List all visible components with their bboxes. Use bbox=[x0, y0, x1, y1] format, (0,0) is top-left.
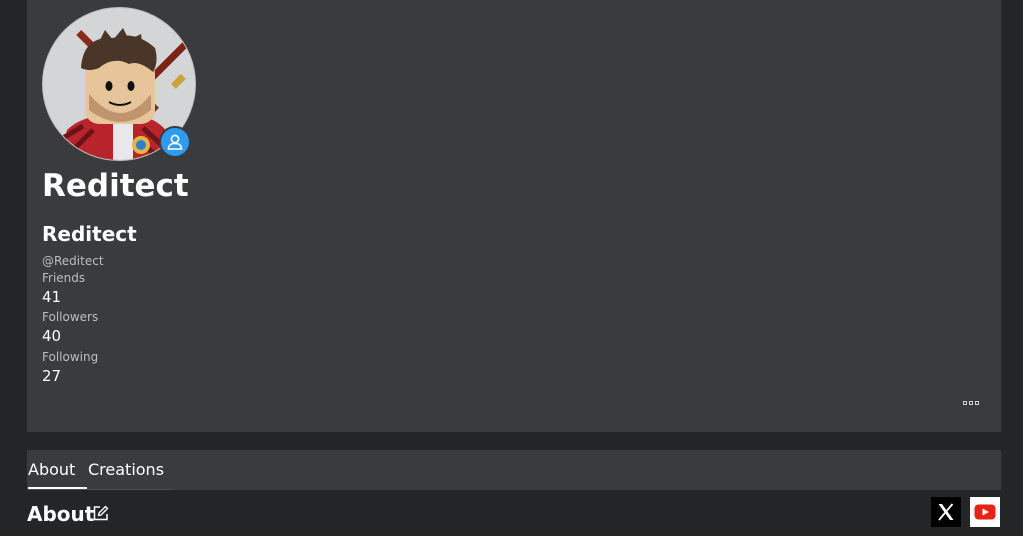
edit-icon[interactable] bbox=[92, 505, 109, 522]
friends-label[interactable]: Friends bbox=[42, 270, 85, 286]
about-heading: About bbox=[27, 502, 95, 526]
friends-count[interactable]: 41 bbox=[42, 287, 61, 307]
user-icon bbox=[167, 134, 183, 150]
presence-badge bbox=[159, 126, 191, 158]
more-options-icon[interactable] bbox=[961, 397, 981, 409]
youtube-icon[interactable] bbox=[970, 497, 1000, 527]
profile-handle: @Reditect bbox=[42, 254, 104, 268]
profile-header-card: Reditect Reditect @Reditect Friends 41 F… bbox=[27, 0, 1001, 432]
avatar-container bbox=[42, 7, 196, 161]
following-label[interactable]: Following bbox=[42, 349, 98, 365]
tabs-divider bbox=[27, 489, 172, 490]
tab-creations[interactable]: Creations bbox=[88, 450, 172, 490]
profile-tabs: About Creations bbox=[27, 450, 1001, 490]
followers-count[interactable]: 40 bbox=[42, 326, 61, 346]
following-count[interactable]: 27 bbox=[42, 366, 61, 386]
tab-about[interactable]: About bbox=[28, 450, 87, 490]
x-icon[interactable] bbox=[931, 497, 961, 527]
profile-display-name: Reditect bbox=[42, 168, 189, 204]
followers-label[interactable]: Followers bbox=[42, 309, 98, 325]
profile-username: Reditect bbox=[42, 222, 137, 246]
